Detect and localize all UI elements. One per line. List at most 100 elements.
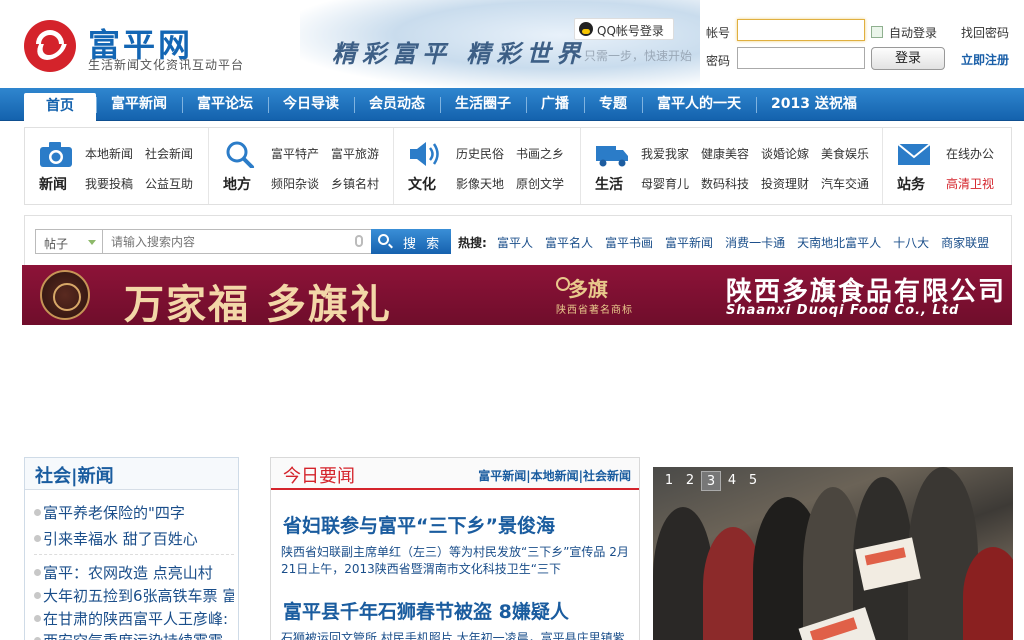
list-item[interactable]: 富平养老保险的"四字 [34,502,234,523]
qq-login-button[interactable]: QQ帐号登录 [574,18,674,40]
social-news-title[interactable]: 社会|新闻 [35,462,114,488]
main-nav: 首页 富平新闻 富平论坛 今日导读 会员动态 生活圈子 广播 专题 富平人的一天… [0,88,1024,121]
auto-login-checkbox[interactable] [871,26,883,38]
header-banner: 精彩富平 精彩世界 [300,0,700,88]
list-item[interactable]: 富平：农网改造 点亮山村 [34,562,234,583]
today-news-header: 今日要闻 富平新闻|本地新闻|社会新闻 [271,458,639,490]
banner-text: 精彩富平 精彩世界 [332,39,587,68]
account-label: 帐号 [706,26,731,40]
channel-link[interactable]: 健康美容 [701,145,749,162]
channel-link[interactable]: 书画之乡 [516,145,564,162]
channel-link[interactable]: 公益互助 [145,175,193,192]
headline-link[interactable]: 省妇联参与富平“三下乡”景俊海 [283,511,555,538]
hot-search-link[interactable]: 消费一卡通 [725,234,785,251]
nav-item-topics[interactable]: 专题 [584,88,642,121]
channel-link[interactable]: 影像天地 [456,175,504,192]
channel-title: 地方 [223,177,251,193]
bullet-icon [34,509,41,516]
channel-panel: 新闻 本地新闻 社会新闻 我要投稿 公益互助 地方 富平特产 富平旅游 频阳杂谈… [24,127,1012,205]
channel-link[interactable]: 汽车交通 [821,175,869,192]
slider-page-button[interactable]: 1 [659,471,679,491]
channel-link[interactable]: 美食娱乐 [821,145,869,162]
channel-link[interactable]: 我爱我家 [641,145,689,162]
login-button[interactable]: 登录 [871,47,945,70]
list-item[interactable]: 西安空气重度污染持续雾霾 [34,630,234,640]
magnifier-icon [226,141,254,168]
truck-icon [596,146,628,167]
ad-brand-mark: 多旗 陕西省著名商标 [542,273,642,317]
slider-page-button[interactable]: 2 [680,471,700,491]
channel-link[interactable]: 富平特产 [271,145,319,162]
nav-item-broadcast[interactable]: 广播 [526,88,584,121]
today-news-category-links[interactable]: 富平新闻|本地新闻|社会新闻 [478,467,631,484]
password-input[interactable] [737,47,865,69]
search-category-select[interactable]: 帖子 [35,229,103,254]
nav-item-a-day[interactable]: 富平人的一天 [642,88,756,121]
headline-link[interactable]: 富平县千年石狮春节被盗 8嫌疑人 [283,597,569,624]
channel-culture: 文化 历史民俗 书画之乡 影像天地 原创文学 [393,128,580,204]
microphone-icon[interactable] [355,235,363,247]
search-button[interactable]: 搜 索 [371,229,451,254]
channel-link[interactable]: 历史民俗 [456,145,504,162]
account-input[interactable] [737,19,865,41]
channel-link[interactable]: 本地新闻 [85,145,133,162]
hot-search-link[interactable]: 商家联盟 [941,234,989,251]
search-input[interactable] [102,229,372,254]
nav-item-home[interactable]: 首页 [24,93,96,121]
nav-item-blessings[interactable]: 2013 送祝福 [756,88,872,121]
logo-mark-icon [24,20,76,72]
channel-link[interactable]: 谈婚论嫁 [761,145,809,162]
bullet-icon [34,592,41,599]
slider-page-button-active[interactable]: 3 [701,471,721,491]
nav-item-forum[interactable]: 富平论坛 [182,88,268,121]
hot-search-list: 富平人 富平名人 富平书画 富平新闻 消费一卡通 天南地北富平人 十八大 商家联… [497,234,989,251]
channel-link[interactable]: 乡镇名村 [331,175,379,192]
hot-search-link[interactable]: 富平名人 [545,234,593,251]
slider-page-button[interactable]: 4 [722,471,742,491]
site-logo[interactable]: 富平网 生活新闻文化资讯互动平台 [24,20,284,76]
channel-link[interactable]: 原创文学 [516,175,564,192]
speaker-icon [410,142,439,166]
search-bar: 帖子 搜 索 热搜: 富平人 富平名人 富平书画 富平新闻 消费一卡通 天南地北… [24,215,1012,265]
list-item[interactable]: 在甘肃的陕西富平人王彦峰: [34,608,234,629]
nav-item-life-circle[interactable]: 生活圈子 [440,88,526,121]
channel-link[interactable]: 母婴育儿 [641,175,689,192]
chevron-down-icon [88,240,96,245]
social-news-panel: 社会|新闻 富平养老保险的"四字 引来幸福水 甜了百姓心 富平：农网改造 点亮山… [24,457,239,640]
channel-title: 站务 [897,177,925,193]
nav-item-fuping-news[interactable]: 富平新闻 [96,88,182,121]
list-item[interactable]: 大年初五捡到6张高铁车票 富 [34,585,234,606]
channel-title: 文化 [408,177,436,193]
headline-summary: 陕西省妇联副主席单红（左三）等为村民发放“三下乡”宣传品 2月21日上午，201… [281,545,629,576]
channel-link[interactable]: 社会新闻 [145,145,193,162]
nav-item-today-guide[interactable]: 今日导读 [268,88,354,121]
slider-pagination: 1 2 3 4 5 [659,471,763,491]
channel-link[interactable]: 富平旅游 [331,145,379,162]
hot-search-link[interactable]: 富平书画 [605,234,653,251]
mail-icon [897,143,931,165]
camera-icon [40,142,72,167]
channel-link[interactable]: 在线办公 [946,145,994,162]
channel-link[interactable]: 频阳杂谈 [271,175,319,192]
today-news-title: 今日要闻 [283,466,355,487]
hot-search-label: 热搜: [458,236,487,250]
hot-search-link[interactable]: 富平新闻 [665,234,713,251]
channel-link[interactable]: 数码科技 [701,175,749,192]
slider-page-button[interactable]: 5 [743,471,763,491]
hot-search-link[interactable]: 天南地北富平人 [797,234,881,251]
list-divider [34,554,234,555]
list-item[interactable]: 引来幸福水 甜了百姓心 [34,528,234,549]
photo-slider[interactable]: 1 2 3 4 5 [653,467,1013,640]
qq-login-label: QQ帐号登录 [597,24,664,38]
ad-banner[interactable]: 万家福 多旗礼 多旗 陕西省著名商标 陕西多旗食品有限公司 Shaanxi Du… [22,265,1012,325]
channel-link-hd-tv[interactable]: 高清卫视 [946,175,994,192]
channel-link[interactable]: 我要投稿 [85,175,133,192]
register-link[interactable]: 立即注册 [961,51,1009,68]
nav-item-member-activity[interactable]: 会员动态 [354,88,440,121]
bullet-icon [34,535,41,542]
ad-brand-name: 多旗 [568,277,608,301]
channel-link[interactable]: 投资理财 [761,175,809,192]
hot-search-link[interactable]: 富平人 [497,234,533,251]
find-password-link[interactable]: 找回密码 [961,24,1009,41]
hot-search-link[interactable]: 十八大 [893,234,929,251]
